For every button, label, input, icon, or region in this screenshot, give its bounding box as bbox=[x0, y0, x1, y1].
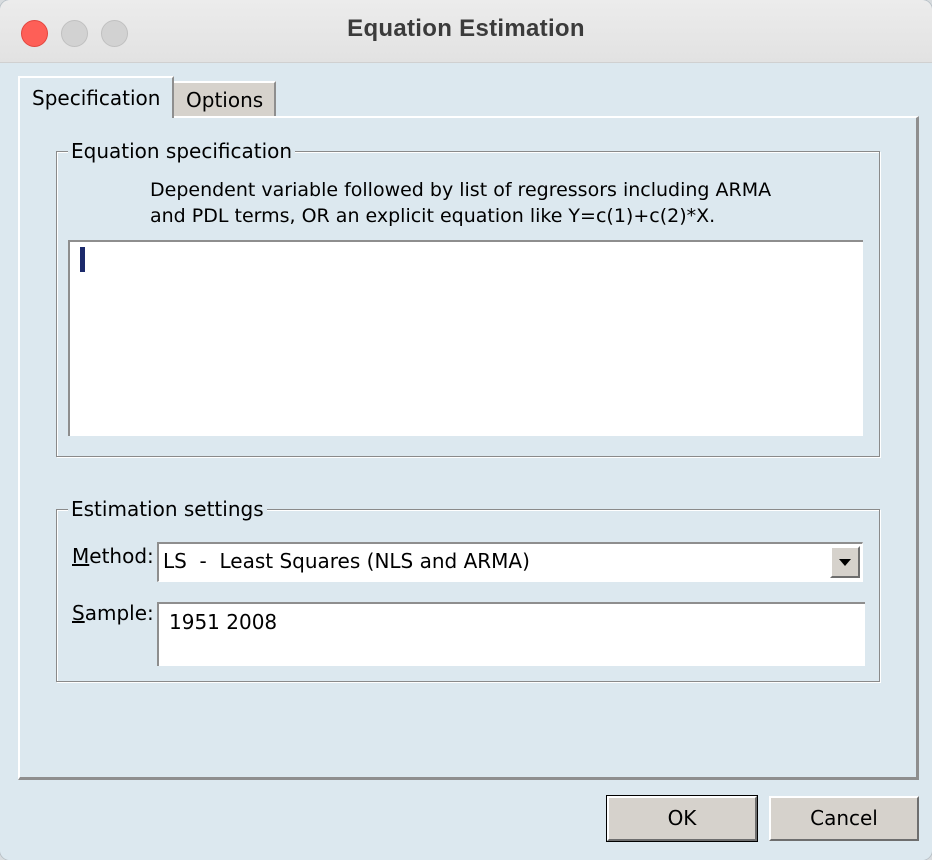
method-select-value: LS - Least Squares (NLS and ARMA) bbox=[163, 549, 530, 573]
method-select[interactable]: LS - Least Squares (NLS and ARMA) bbox=[157, 542, 863, 582]
method-label-mnemonic: M bbox=[72, 544, 90, 568]
tab-specification[interactable]: Specification bbox=[18, 76, 174, 118]
estimation-settings-legend: Estimation settings bbox=[68, 497, 267, 521]
method-label-text: ethod: bbox=[89, 544, 154, 568]
cancel-button[interactable]: Cancel bbox=[769, 796, 919, 841]
tab-options[interactable]: Options bbox=[174, 81, 276, 117]
window-title: Equation Estimation bbox=[347, 15, 585, 42]
equation-input[interactable] bbox=[68, 240, 863, 436]
equation-specification-legend: Equation specification bbox=[68, 139, 296, 163]
sample-label-mnemonic: S bbox=[72, 601, 85, 625]
dialog-window: Equation Estimation Options Specificatio… bbox=[0, 0, 932, 860]
dialog-body: Options Specification Equation specifica… bbox=[0, 63, 932, 860]
text-caret bbox=[80, 247, 85, 272]
sample-label-text: ample: bbox=[84, 601, 154, 625]
estimation-settings-group: Estimation settings Method: LS - Least S… bbox=[56, 497, 880, 682]
chevron-down-icon bbox=[839, 559, 851, 566]
title-bar: Equation Estimation bbox=[0, 0, 932, 63]
equation-hint-text: Dependent variable followed by list of r… bbox=[150, 179, 772, 227]
dropdown-arrow-button[interactable] bbox=[830, 546, 860, 578]
sample-input[interactable]: 1951 2008 bbox=[157, 602, 865, 666]
equation-specification-group: Equation specification Dependent variabl… bbox=[56, 139, 880, 457]
sample-label: Sample: bbox=[72, 601, 154, 625]
specification-panel: Equation specification Dependent variabl… bbox=[18, 116, 919, 780]
ok-button[interactable]: OK bbox=[606, 795, 758, 842]
sample-input-value: 1951 2008 bbox=[169, 610, 278, 634]
method-label: Method: bbox=[72, 544, 154, 568]
